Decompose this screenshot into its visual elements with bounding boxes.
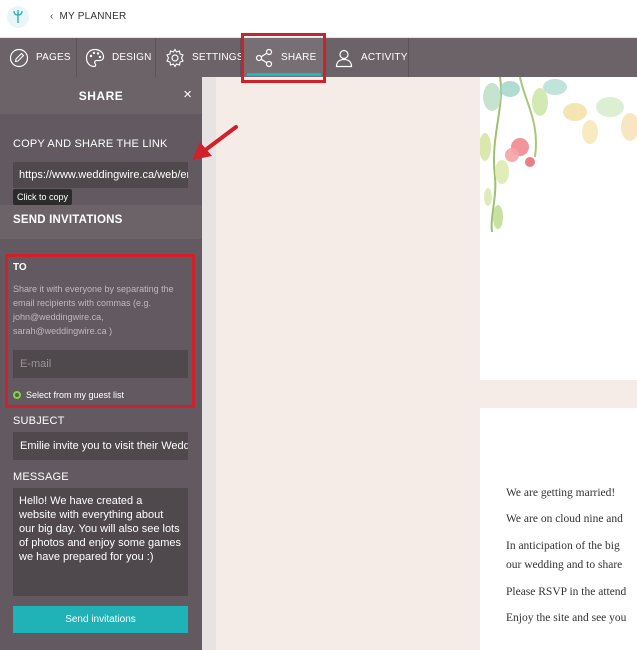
tab-pages[interactable]: PAGES — [0, 38, 77, 77]
message-label: MESSAGE — [13, 471, 69, 483]
copy-tooltip: Click to copy — [13, 189, 73, 205]
palette-icon — [85, 48, 105, 67]
share-panel-header: SHARE — [0, 77, 202, 114]
gear-icon — [166, 47, 184, 68]
share-tab-highlight — [241, 33, 326, 83]
tab-settings-label: SETTINGS — [192, 52, 244, 63]
copy-link-title: COPY AND SHARE THE LINK — [13, 138, 168, 150]
send-invitations-band: SEND INVITATIONS — [0, 205, 202, 239]
tab-design[interactable]: DESIGN — [77, 38, 156, 77]
pencil-icon — [9, 48, 29, 67]
floral-decoration — [480, 77, 637, 233]
arrow-icon — [192, 125, 238, 160]
send-invitations-button[interactable]: Send invitations — [13, 606, 188, 633]
app-window: ‹ MY PLANNER PAGES DESIGN SETTINGS SHARE … — [0, 0, 637, 650]
close-icon[interactable]: × — [183, 86, 192, 103]
chevron-left-icon: ‹ — [50, 11, 54, 22]
back-to-planner-link[interactable]: ‹ MY PLANNER — [50, 11, 126, 22]
message-textarea[interactable]: Hello! We have created a website with ev… — [13, 488, 188, 596]
tab-activity[interactable]: ACTIVITY — [326, 38, 409, 77]
tab-activity-label: ACTIVITY — [361, 52, 408, 63]
logo-icon — [13, 10, 23, 23]
app-logo[interactable] — [7, 6, 29, 28]
preview-line: our wedding and to share — [506, 559, 623, 571]
preview-line: We are on cloud nine and — [506, 513, 623, 525]
user-icon — [335, 49, 353, 67]
preview-line: In anticipation of the big — [506, 540, 620, 552]
share-link-field[interactable]: https://www.weddingwire.ca/web/emilie-an… — [13, 162, 188, 188]
subject-input[interactable]: Emilie invite you to visit their Wedding… — [13, 432, 188, 460]
tab-settings[interactable]: SETTINGS — [156, 38, 244, 77]
tab-pages-label: PAGES — [36, 52, 71, 63]
preview-line: Please RSVP in the attend — [506, 586, 627, 598]
back-link-label: MY PLANNER — [59, 11, 127, 22]
recipient-highlight — [5, 254, 195, 408]
subject-label: SUBJECT — [13, 415, 65, 427]
share-panel-title: SHARE — [78, 88, 124, 103]
send-invitations-title: SEND INVITATIONS — [13, 214, 123, 226]
preview-line: We are getting married! — [506, 487, 616, 499]
preview-line: Enjoy the site and see you — [506, 612, 627, 624]
tab-design-label: DESIGN — [112, 52, 152, 63]
